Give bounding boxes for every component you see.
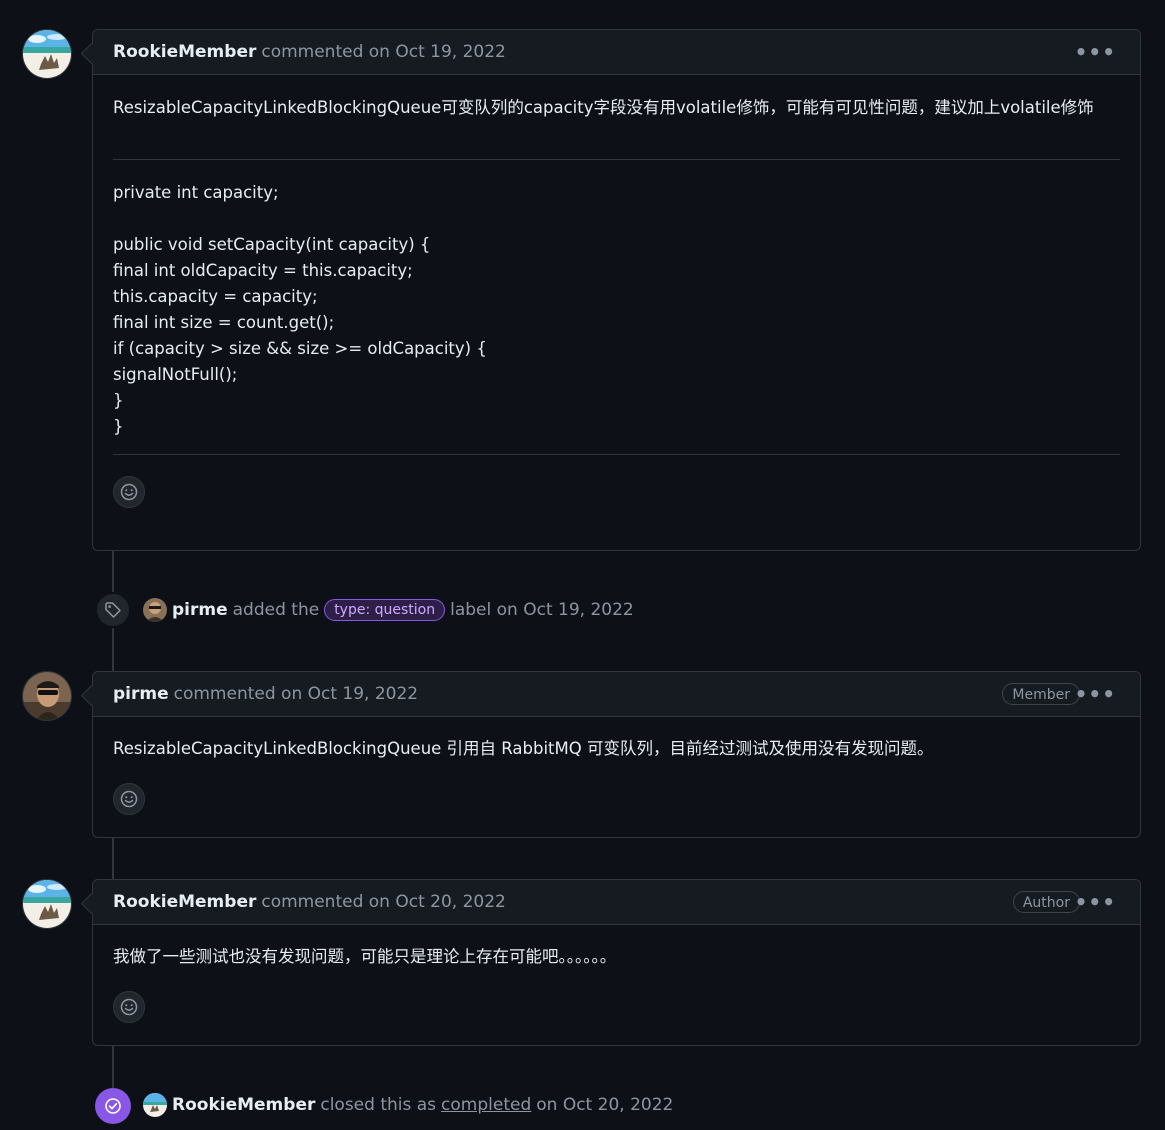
close-reason-link[interactable]: completed	[441, 1095, 531, 1115]
comment-author[interactable]: RookieMember	[113, 892, 256, 912]
person-avatar-image	[143, 598, 167, 622]
person-avatar-image	[23, 672, 71, 720]
timeline-line	[112, 1046, 114, 1088]
event-suffix[interactable]: label on Oct 19, 2022	[450, 600, 634, 620]
comment-card: RookieMember commented on Oct 19, 2022 •…	[92, 29, 1141, 551]
timeline-line	[112, 838, 114, 880]
comment-text: 我做了一些测试也没有发现问题，可能只是理论上存在可能吧。。。。。。	[113, 947, 617, 966]
comment-body: ResizableCapacityLinkedBlockingQueue可变队列…	[93, 75, 1140, 508]
avatar-rookiemember[interactable]	[22, 879, 72, 929]
beach-avatar-image	[23, 30, 71, 78]
event-actor[interactable]: pirme	[172, 600, 228, 620]
code-block: private int capacity; public void setCap…	[113, 183, 487, 436]
avatar-pirme-small[interactable]	[143, 598, 167, 622]
timeline-line	[112, 628, 114, 672]
add-reaction-button[interactable]	[113, 476, 145, 508]
timeline-line	[112, 550, 114, 592]
kebab-horizontal-icon[interactable]: •••	[1075, 890, 1116, 914]
comment-author[interactable]: RookieMember	[113, 42, 256, 62]
tag-event-badge	[95, 592, 131, 628]
event-action: closed this as	[320, 1095, 437, 1115]
comment-header: RookieMember commented on Oct 19, 2022 •…	[93, 30, 1140, 75]
comment-header: pirme commented on Oct 19, 2022 Member •…	[93, 672, 1140, 717]
closed-event-badge	[95, 1088, 131, 1124]
comment-text: ResizableCapacityLinkedBlockingQueue可变队列…	[113, 98, 1094, 117]
comment-body: 我做了一些测试也没有发现问题，可能只是理论上存在可能吧。。。。。。	[93, 925, 1140, 1023]
label-type-question[interactable]: type: question	[324, 599, 446, 621]
beach-avatar-image	[143, 1093, 167, 1117]
author-badge: Author	[1012, 891, 1080, 913]
event-action: added the	[232, 600, 320, 620]
comment-timestamp[interactable]: commented on Oct 19, 2022	[174, 684, 419, 704]
avatar-rookiemember-small[interactable]	[143, 1093, 167, 1117]
member-badge: Member	[1002, 683, 1080, 705]
check-circle-icon	[105, 1098, 121, 1114]
kebab-horizontal-icon[interactable]: •••	[1075, 682, 1116, 706]
event-actor[interactable]: RookieMember	[172, 1095, 315, 1115]
comment-body: ResizableCapacityLinkedBlockingQueue 引用自…	[93, 717, 1140, 815]
comment-timestamp[interactable]: commented on Oct 19, 2022	[261, 42, 506, 62]
smiley-icon	[120, 998, 138, 1016]
close-event: RookieMember closed this as completed on…	[143, 1092, 673, 1118]
add-reaction-button[interactable]	[113, 783, 145, 815]
event-suffix[interactable]: on Oct 20, 2022	[536, 1095, 673, 1115]
smiley-icon	[120, 790, 138, 808]
add-reaction-button[interactable]	[113, 991, 145, 1023]
avatar-pirme[interactable]	[22, 671, 72, 721]
comment-card: RookieMember commented on Oct 20, 2022 A…	[92, 879, 1141, 1046]
comment-header: RookieMember commented on Oct 20, 2022 A…	[93, 880, 1140, 925]
kebab-horizontal-icon[interactable]: •••	[1075, 40, 1116, 64]
avatar-rookiemember[interactable]	[22, 29, 72, 79]
comment-author[interactable]: pirme	[113, 684, 169, 704]
beach-avatar-image	[23, 880, 71, 928]
comment-timestamp[interactable]: commented on Oct 20, 2022	[261, 892, 506, 912]
smiley-icon	[120, 483, 138, 501]
comment-text: ResizableCapacityLinkedBlockingQueue 引用自…	[113, 739, 934, 758]
label-event: pirme added the type: question label on …	[143, 597, 634, 623]
tag-icon	[105, 602, 121, 618]
comment-card: pirme commented on Oct 19, 2022 Member •…	[92, 671, 1141, 838]
